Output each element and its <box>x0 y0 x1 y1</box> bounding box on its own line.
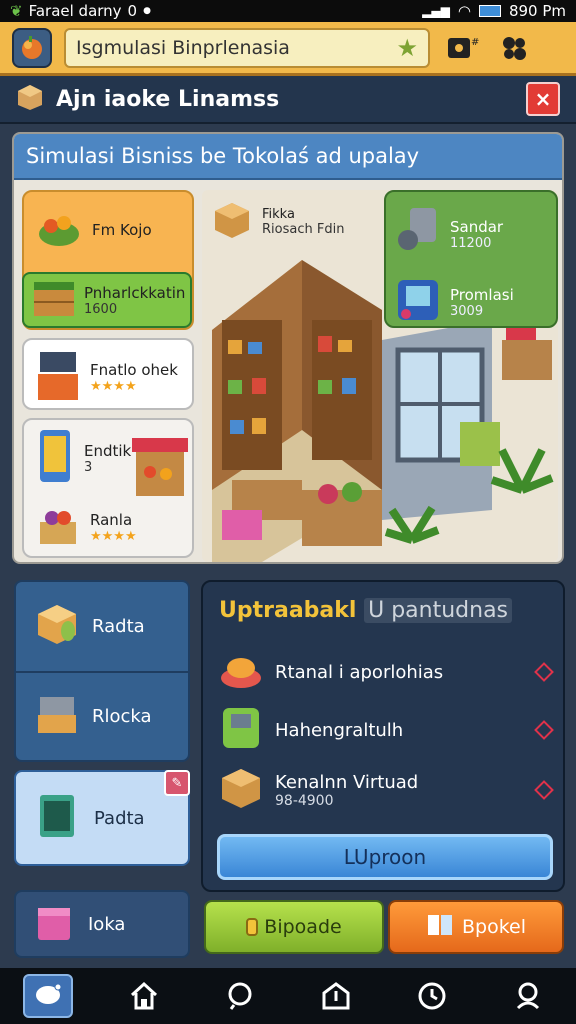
menu-item-rlocka[interactable]: Rlocka <box>16 671 188 760</box>
menu-label: Padta <box>94 807 145 829</box>
fikka-label-box: Fikka Riosach Fdin <box>212 200 344 244</box>
card-label: Promlasi <box>450 285 514 304</box>
upgrade-title-suffix: U pantudnas <box>364 598 513 623</box>
bread-icon <box>219 648 263 697</box>
market-stall-icon <box>36 348 80 406</box>
rating-stars: ★★★★ <box>90 528 137 544</box>
rating-stars: ★★★★ <box>90 378 137 394</box>
bottom-nav <box>0 968 576 1024</box>
fruit-bowl-icon <box>36 208 82 252</box>
status-left-text: Farael darny <box>28 2 122 20</box>
card-label: Fm Kojo <box>92 221 152 239</box>
clock-icon[interactable] <box>407 974 457 1018</box>
puzzle-icon[interactable] <box>494 30 534 66</box>
bipoade-label: Bipoade <box>264 916 342 938</box>
upgrade-item-value: 98-4900 <box>275 792 334 809</box>
coin-icon <box>246 918 259 936</box>
fikka-label: Fikka <box>262 207 295 222</box>
menu-label: Radta <box>92 616 145 637</box>
package-icon <box>34 601 80 652</box>
card-sandar[interactable]: Sandar 11200 Promlasi 3009 <box>384 190 558 328</box>
upgrade-title: Uptraabakl U pantudnas <box>219 598 513 623</box>
close-button[interactable]: × <box>526 82 560 116</box>
menu-label: Rlocka <box>92 706 152 727</box>
book-icon <box>426 912 454 943</box>
cardboard-box-icon <box>212 200 252 244</box>
diamond-icon[interactable] <box>534 720 554 740</box>
atm-icon <box>219 704 263 757</box>
app-bar: Isgmulasi Binprlenasia ★ # <box>0 22 576 76</box>
diamond-icon[interactable] <box>534 780 554 800</box>
box-icon <box>16 83 44 115</box>
home-icon[interactable] <box>119 974 169 1018</box>
wifi-icon: ◠ <box>457 2 471 20</box>
card-label: Pnharlckkatin <box>84 283 186 302</box>
signal-icon: ▂▄▆ <box>422 4 450 18</box>
chat-bubble-icon[interactable] <box>23 974 73 1018</box>
menu-item-ioka[interactable]: Ioka <box>14 890 190 958</box>
alert-icon[interactable] <box>311 974 361 1018</box>
card-label: Ranla <box>90 510 133 529</box>
dot-icon: ● <box>143 6 151 16</box>
gamepad-icon[interactable]: # <box>442 30 482 66</box>
fruit-basket-icon <box>36 504 80 550</box>
crate-icon <box>32 278 76 322</box>
left-menu: Radta Rlocka <box>14 580 190 762</box>
card-value: 3 <box>84 459 93 475</box>
card-label: Fnatlo ohek <box>90 360 178 379</box>
business-panel: Simulasi Bisniss be Tokolaś ad upalay Fm… <box>12 132 564 564</box>
bpokel-button[interactable]: Bpokel <box>388 900 564 954</box>
business-panel-header: Simulasi Bisniss be Tokolaś ad upalay <box>14 134 562 180</box>
card-value: 11200 <box>450 235 492 251</box>
card-pnharlckkatin[interactable]: Pnharlckkatin 1600 <box>22 272 192 328</box>
bipoade-button[interactable]: Bipoade <box>204 900 384 954</box>
status-left-mark: 0 <box>127 2 138 20</box>
card-value: 1600 <box>84 301 118 317</box>
app-logo-icon[interactable] <box>12 27 52 68</box>
search-icon[interactable] <box>215 974 265 1018</box>
upgrade-item-label: Rtanal i aporlohias <box>275 661 444 683</box>
status-bar: ❦ Farael darny 0 ● ▂▄▆ ◠ 890 Pm <box>0 0 576 22</box>
phone-icon <box>36 428 74 488</box>
card-label: Sandar <box>450 217 504 236</box>
battery-icon <box>478 5 501 17</box>
cardboard-box-icon <box>219 766 263 815</box>
upgrade-item-label: Kenalnn Virtuad <box>275 771 419 793</box>
search-input[interactable]: Isgmulasi Binprlenasia ★ <box>64 27 430 68</box>
card-endtik[interactable]: Endtik 3 Ranla ★★★★ <box>22 418 194 558</box>
fridge-icon <box>34 791 80 846</box>
leaf-icon: ❦ <box>10 2 23 20</box>
close-icon: × <box>534 87 552 111</box>
menu-label: Ioka <box>88 913 126 935</box>
upgrade-item-label: Hahengraltulh <box>275 719 404 741</box>
register-icon <box>396 278 440 326</box>
card-fnatlo-ohek[interactable]: Fnatlo ohek ★★★★ <box>22 338 194 410</box>
diamond-icon[interactable] <box>534 662 554 682</box>
menu-item-radta[interactable]: Radta <box>16 582 188 671</box>
edit-badge-icon[interactable]: ✎ <box>164 770 190 796</box>
menu-item-padta[interactable]: Padta ✎ <box>14 770 190 866</box>
card-label: Endtik <box>84 441 132 460</box>
bpokel-label: Bpokel <box>461 916 526 938</box>
page-title: Ajn iaoke Linamss <box>56 86 280 112</box>
upgrade-item[interactable]: Hahengraltulh <box>219 702 554 758</box>
upgrade-title-main: Uptraabakl <box>219 598 357 623</box>
profile-icon[interactable] <box>503 974 553 1018</box>
card-value: 3009 <box>450 303 484 319</box>
title-bar: Ajn iaoke Linamss × <box>0 76 576 124</box>
gift-box-icon <box>34 900 74 949</box>
svg-text:#: # <box>471 37 479 48</box>
fikka-sub: Riosach Fdin <box>262 222 345 237</box>
status-time: 890 Pm <box>508 2 566 20</box>
upgrade-item[interactable]: Kenalnn Virtuad 98-4900 <box>219 762 554 818</box>
fruit-stand-icon <box>128 434 192 504</box>
upgrade-panel: Uptraabakl U pantudnas Rtanal i aporlohi… <box>201 580 565 892</box>
search-input-value: Isgmulasi Binprlenasia <box>76 36 290 59</box>
upgrade-button[interactable]: LUproon <box>217 834 553 880</box>
star-icon[interactable]: ★ <box>396 34 418 62</box>
cash-register-icon <box>34 691 80 742</box>
machine-icon <box>396 206 440 262</box>
upgrade-item[interactable]: Rtanal i aporlohias <box>219 644 554 700</box>
